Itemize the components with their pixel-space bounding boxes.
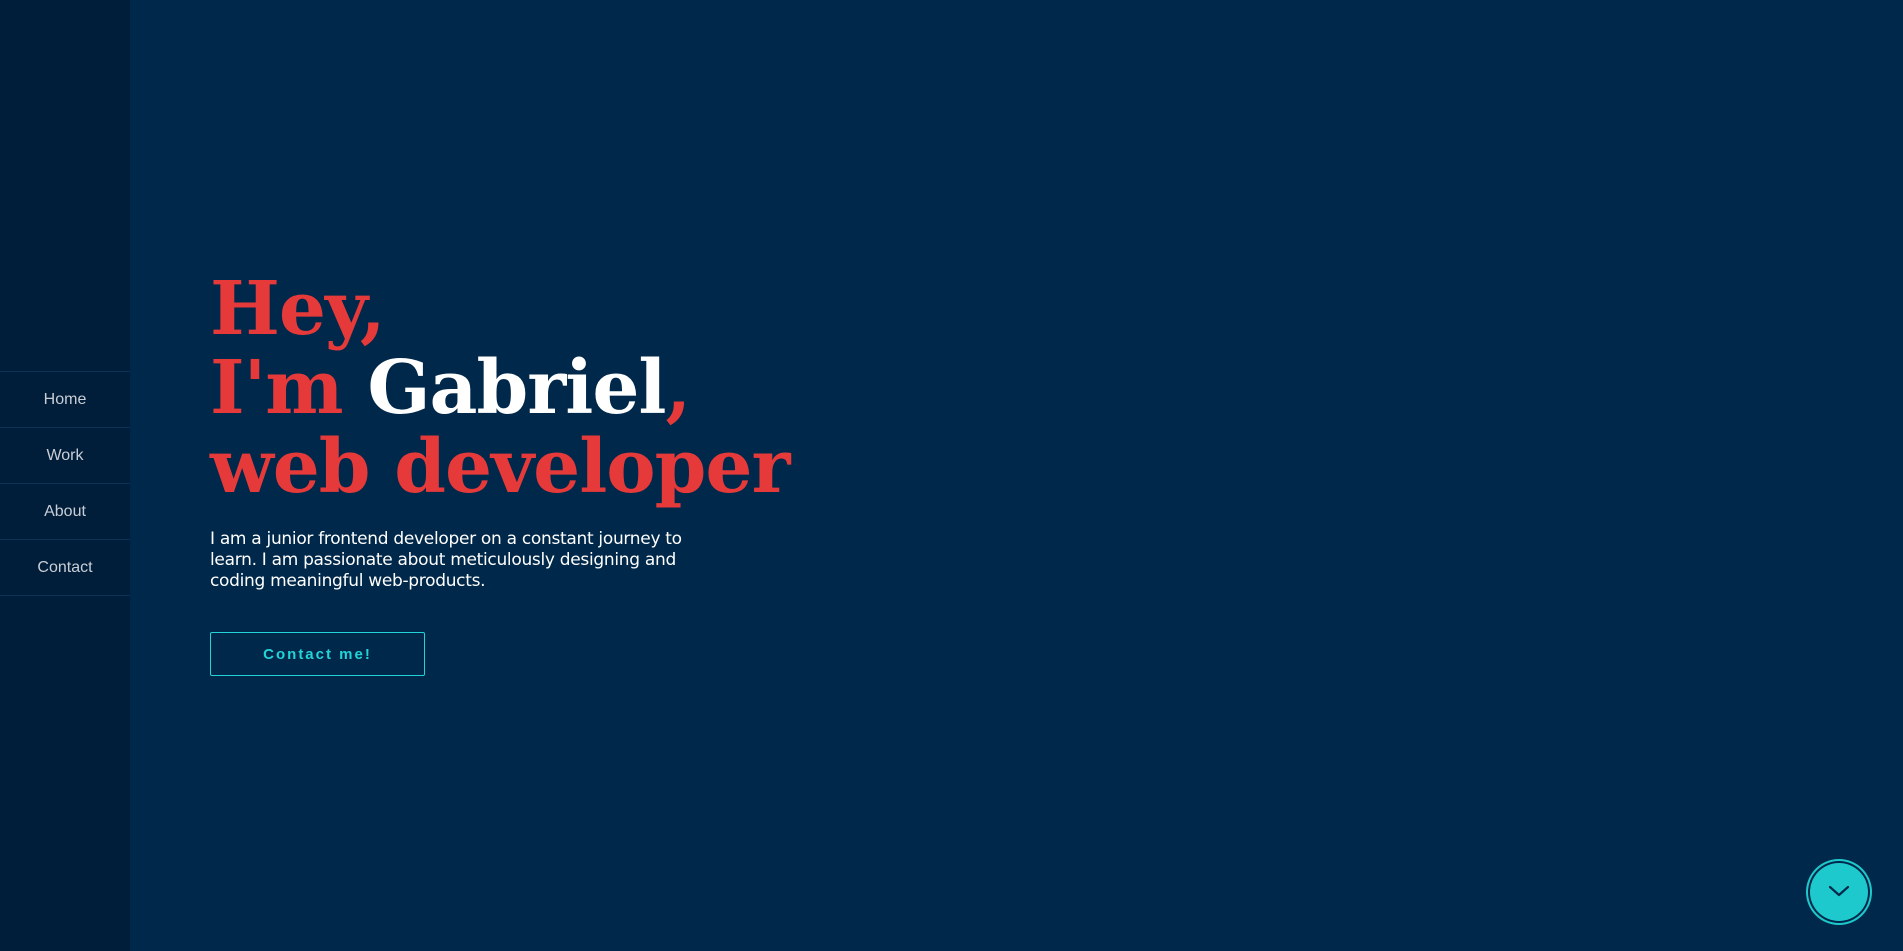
headline-greeting: Hey, — [210, 266, 386, 352]
main-nav: Home Work About Contact — [0, 371, 130, 596]
chevron-down-icon — [1828, 883, 1850, 902]
hero-section: Hey, I'm Gabriel, web developer I am a j… — [210, 266, 790, 676]
headline-im: I'm — [210, 345, 368, 431]
hero-intro-text: I am a junior frontend developer on a co… — [210, 529, 682, 591]
contact-me-button[interactable]: Contact me! — [210, 632, 425, 676]
sidebar: Home Work About Contact — [0, 0, 130, 951]
headline-role: web developer — [210, 424, 790, 510]
nav-item-about[interactable]: About — [0, 484, 130, 540]
nav-item-work[interactable]: Work — [0, 428, 130, 484]
nav-item-home[interactable]: Home — [0, 372, 130, 428]
headline-intro-line: I'm Gabriel, — [210, 349, 789, 428]
headline-comma: , — [665, 345, 692, 431]
headline-name: Gabriel — [367, 345, 666, 431]
nav-item-contact[interactable]: Contact — [0, 540, 130, 596]
hero-headline: Hey, I'm Gabriel, web developer — [210, 266, 790, 510]
scroll-down-button[interactable] — [1810, 863, 1868, 921]
